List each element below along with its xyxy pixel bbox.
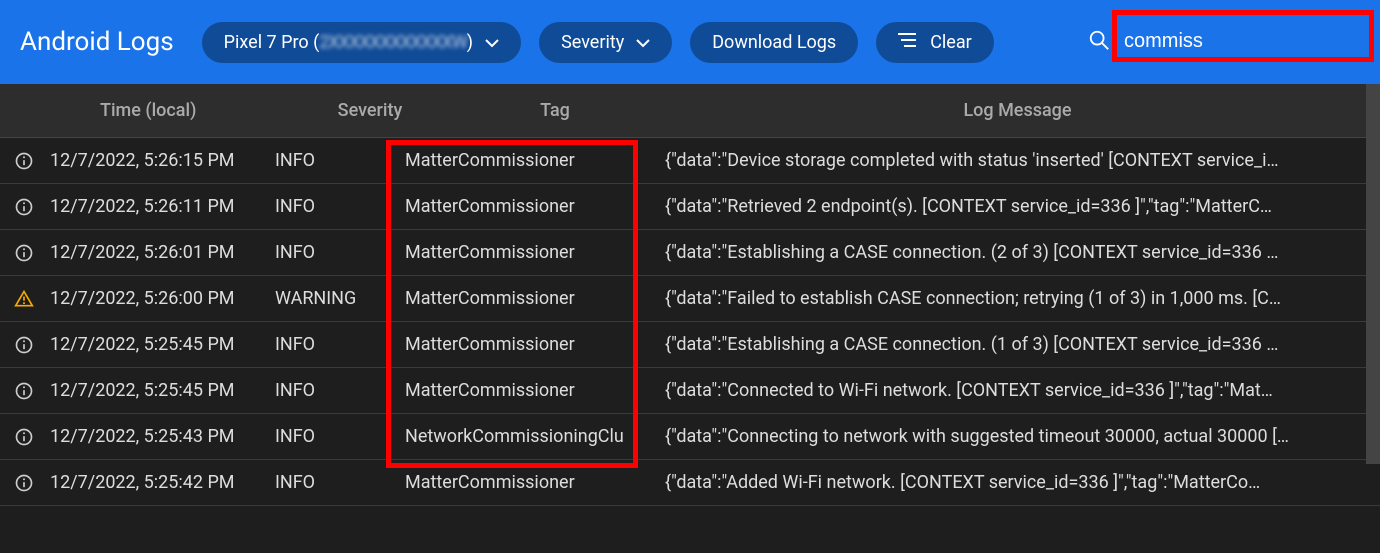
- info-icon: [10, 381, 50, 401]
- cell-tag: MatterCommissioner: [405, 150, 665, 171]
- cell-severity: INFO: [275, 242, 405, 263]
- cell-message: {"data":"Added Wi-Fi network. [CONTEXT s…: [665, 472, 1370, 493]
- warning-icon: [10, 289, 50, 309]
- search-icon: [1088, 29, 1110, 55]
- header-bar: Android Logs Pixel 7 Pro (2XXXXXXXXXXXXW…: [0, 0, 1380, 84]
- download-logs-button[interactable]: Download Logs: [690, 22, 858, 63]
- download-label: Download Logs: [712, 32, 836, 53]
- cell-severity: INFO: [275, 380, 405, 401]
- log-row[interactable]: 12/7/2022, 5:25:45 PMINFOMatterCommissio…: [0, 322, 1380, 368]
- cell-tag: MatterCommissioner: [405, 242, 665, 263]
- info-icon: [10, 151, 50, 171]
- log-row[interactable]: 12/7/2022, 5:26:01 PMINFOMatterCommissio…: [0, 230, 1380, 276]
- col-header-message: Log Message: [665, 100, 1370, 121]
- table-header: Time (local) Severity Tag Log Message: [0, 84, 1380, 138]
- log-rows: 12/7/2022, 5:26:15 PMINFOMatterCommissio…: [0, 138, 1380, 506]
- cell-time: 12/7/2022, 5:25:43 PM: [50, 426, 275, 447]
- cell-tag: MatterCommissioner: [405, 334, 665, 355]
- cell-severity: INFO: [275, 334, 405, 355]
- cell-message: {"data":"Connecting to network with sugg…: [665, 426, 1370, 447]
- cell-message: {"data":"Connected to Wi-Fi network. [CO…: [665, 380, 1370, 401]
- cell-time: 12/7/2022, 5:25:45 PM: [50, 380, 275, 401]
- cell-time: 12/7/2022, 5:26:11 PM: [50, 196, 275, 217]
- scrollbar[interactable]: [1366, 84, 1380, 464]
- info-icon: [10, 197, 50, 217]
- log-row[interactable]: 12/7/2022, 5:26:11 PMINFOMatterCommissio…: [0, 184, 1380, 230]
- cell-time: 12/7/2022, 5:26:01 PM: [50, 242, 275, 263]
- clear-button[interactable]: Clear: [876, 22, 994, 63]
- cell-time: 12/7/2022, 5:25:45 PM: [50, 334, 275, 355]
- log-row[interactable]: 12/7/2022, 5:25:45 PMINFOMatterCommissio…: [0, 368, 1380, 414]
- cell-severity: INFO: [275, 150, 405, 171]
- cell-tag: MatterCommissioner: [405, 196, 665, 217]
- severity-filter[interactable]: Severity: [539, 22, 672, 63]
- clear-label: Clear: [930, 32, 972, 53]
- log-row[interactable]: 12/7/2022, 5:26:00 PMWARNINGMatterCommis…: [0, 276, 1380, 322]
- cell-severity: INFO: [275, 196, 405, 217]
- device-prefix: Pixel 7 Pro (: [224, 32, 320, 53]
- log-row[interactable]: 12/7/2022, 5:25:43 PMINFONetworkCommissi…: [0, 414, 1380, 460]
- cell-severity: INFO: [275, 426, 405, 447]
- cell-tag: MatterCommissioner: [405, 288, 665, 309]
- log-row[interactable]: 12/7/2022, 5:26:15 PMINFOMatterCommissio…: [0, 138, 1380, 184]
- col-header-severity: Severity: [275, 100, 405, 121]
- cell-message: {"data":"Failed to establish CASE connec…: [665, 288, 1370, 309]
- cell-message: {"data":"Device storage completed with s…: [665, 150, 1370, 171]
- cell-time: 12/7/2022, 5:25:42 PM: [50, 472, 275, 493]
- cell-message: {"data":"Establishing a CASE connection.…: [665, 334, 1370, 355]
- search-container: [1088, 24, 1360, 61]
- severity-label: Severity: [561, 32, 624, 53]
- cell-tag: NetworkCommissioningClu: [405, 426, 665, 447]
- info-icon: [10, 243, 50, 263]
- col-header-time: Time (local): [50, 100, 275, 121]
- device-suffix: ): [467, 32, 473, 53]
- cell-tag: MatterCommissioner: [405, 472, 665, 493]
- col-header-tag: Tag: [405, 100, 665, 121]
- cell-severity: INFO: [275, 472, 405, 493]
- col-header-icon: [10, 100, 50, 121]
- clear-icon: [898, 32, 918, 53]
- cell-message: {"data":"Establishing a CASE connection.…: [665, 242, 1370, 263]
- chevron-down-icon: [636, 32, 650, 53]
- device-selector[interactable]: Pixel 7 Pro (2XXXXXXXXXXXXW): [202, 22, 521, 63]
- log-row[interactable]: 12/7/2022, 5:25:42 PMINFOMatterCommissio…: [0, 460, 1380, 506]
- cell-time: 12/7/2022, 5:26:15 PM: [50, 150, 275, 171]
- chevron-down-icon: [485, 32, 499, 53]
- device-name: Pixel 7 Pro (2XXXXXXXXXXXXW): [224, 32, 473, 53]
- search-input[interactable]: [1120, 24, 1360, 61]
- info-icon: [10, 473, 50, 493]
- cell-severity: WARNING: [275, 288, 405, 309]
- info-icon: [10, 427, 50, 447]
- device-id-obscured: 2XXXXXXXXXXXXW: [319, 32, 467, 53]
- info-icon: [10, 335, 50, 355]
- cell-time: 12/7/2022, 5:26:00 PM: [50, 288, 275, 309]
- cell-message: {"data":"Retrieved 2 endpoint(s). [CONTE…: [665, 196, 1370, 217]
- page-title: Android Logs: [20, 27, 174, 57]
- cell-tag: MatterCommissioner: [405, 380, 665, 401]
